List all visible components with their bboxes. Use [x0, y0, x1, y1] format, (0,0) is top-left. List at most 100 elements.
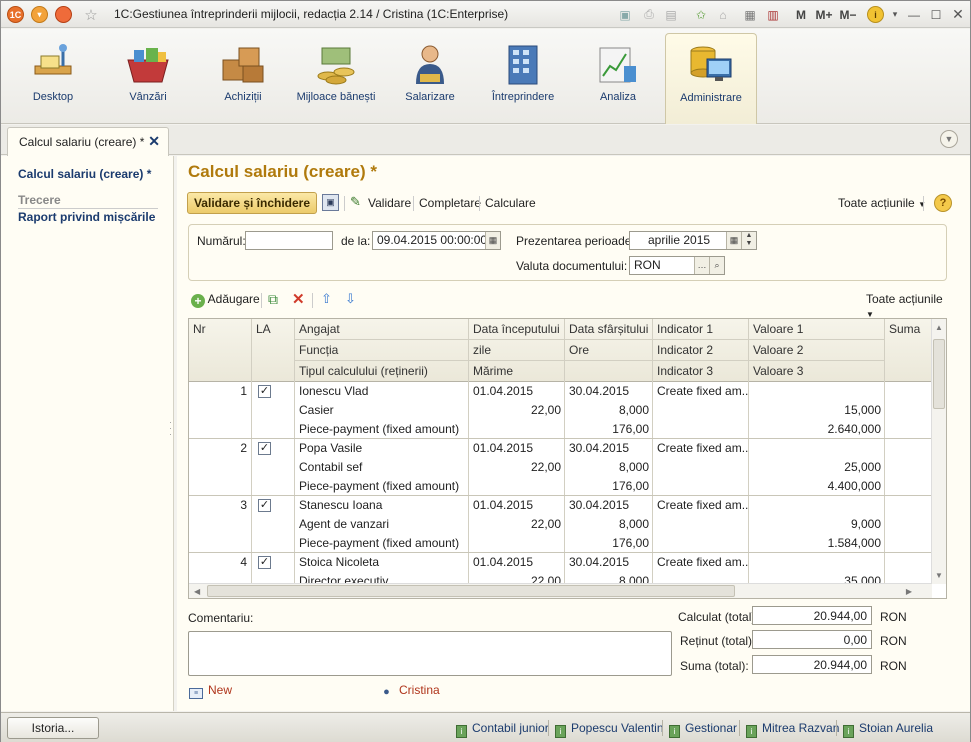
- table-row[interactable]: 3 ✓ Stanescu Ioana 01.04.2015 30.04.2015…: [189, 496, 932, 553]
- section-payroll[interactable]: Salarizare: [384, 33, 476, 121]
- col-header-value-3[interactable]: Valoare 3: [749, 361, 803, 381]
- col-header-indicator-1[interactable]: Indicator 1: [653, 319, 713, 339]
- scroll-down-icon[interactable]: ▼: [935, 571, 943, 580]
- number-input[interactable]: [245, 231, 333, 250]
- currency-open-icon[interactable]: ⌕: [709, 257, 724, 274]
- col-header-employee[interactable]: Angajat: [295, 319, 340, 339]
- validate-close-button[interactable]: Validare și închidere: [187, 192, 317, 214]
- currency-select-button[interactable]: …: [694, 257, 709, 274]
- sum-total-field[interactable]: 20.944,00: [752, 655, 872, 674]
- nav-item-movements-report[interactable]: Raport privind mișcările: [18, 210, 155, 224]
- validate-button[interactable]: Validare: [368, 196, 411, 210]
- period-stepper[interactable]: ▲ ▼: [741, 232, 756, 249]
- tab-salary-calculation[interactable]: Calcul salariu (creare) * ✕: [7, 127, 169, 156]
- user-gestionar[interactable]: i Gestionar: [669, 721, 737, 738]
- move-up-icon[interactable]: ⇧: [321, 291, 332, 307]
- maximize-icon[interactable]: ☐: [926, 5, 946, 24]
- copy-row-icon[interactable]: ⧉: [268, 291, 278, 308]
- col-header-la[interactable]: LA: [252, 319, 271, 339]
- favorites-star-icon[interactable]: ☆: [81, 5, 101, 24]
- info-icon[interactable]: i: [867, 6, 884, 23]
- save-icon[interactable]: ▣: [615, 5, 635, 24]
- col-header-position[interactable]: Funcția: [295, 340, 338, 360]
- cell-end-date: 30.04.2015: [569, 498, 630, 512]
- history-icon[interactable]: ⌂: [713, 5, 733, 24]
- section-purchases[interactable]: Achiziții: [197, 33, 289, 121]
- calendar-icon[interactable]: ▥: [763, 5, 783, 24]
- table-row[interactable]: 2 ✓ Popa Vasile 01.04.2015 30.04.2015 Cr…: [189, 439, 932, 496]
- la-checkbox[interactable]: ✓: [258, 442, 271, 455]
- period-calendar-icon[interactable]: ▦: [726, 232, 741, 249]
- history-button[interactable]: Istoria...: [7, 717, 99, 739]
- col-header-start-date[interactable]: Data începutului: [469, 319, 560, 339]
- all-actions-menu[interactable]: Toate acțiunile ▼: [838, 196, 926, 210]
- section-analysis[interactable]: Analiza: [572, 33, 664, 121]
- horizontal-scroll-thumb[interactable]: [207, 585, 735, 597]
- vertical-scrollbar[interactable]: ▲ ▼: [931, 319, 946, 584]
- col-header-value-1[interactable]: Valoare 1: [749, 319, 803, 339]
- add-row-button[interactable]: + Adăugare: [191, 292, 260, 308]
- user-stoian-aurelia[interactable]: i Stoian Aurelia: [843, 721, 933, 738]
- add-favorite-icon[interactable]: ✩: [691, 5, 711, 24]
- close-session-icon[interactable]: [55, 6, 72, 23]
- table-row[interactable]: 1 ✓ Ionescu Vlad 01.04.2015 30.04.2015 C…: [189, 382, 932, 439]
- user-mitrea-razvan[interactable]: i Mitrea Razvan: [746, 721, 839, 738]
- scroll-left-icon[interactable]: ◀: [194, 587, 200, 596]
- calculation-table[interactable]: Nr LA Angajat Funcția Tipul calculului (…: [188, 318, 947, 599]
- calculator-icon[interactable]: ▦: [740, 5, 760, 24]
- calculated-total-field[interactable]: 20.944,00: [752, 606, 872, 625]
- section-cash[interactable]: Mijloace bănești: [290, 33, 382, 121]
- currency-input[interactable]: RON … ⌕: [629, 256, 725, 275]
- date-input[interactable]: 09.04.2015 00:00:00 ▦: [372, 231, 501, 250]
- scroll-right-icon[interactable]: ▶: [906, 587, 912, 596]
- move-down-icon[interactable]: ⇩: [345, 291, 356, 307]
- minimize-icon[interactable]: —: [904, 5, 924, 24]
- save-document-icon[interactable]: ▣: [322, 194, 339, 211]
- tab-close-icon[interactable]: ✕: [148, 133, 160, 150]
- la-checkbox[interactable]: ✓: [258, 556, 271, 569]
- help-icon[interactable]: ?: [934, 194, 952, 212]
- section-enterprise[interactable]: Întreprindere: [477, 33, 569, 121]
- close-icon[interactable]: ✕: [948, 5, 968, 24]
- col-header-nr[interactable]: Nr: [189, 319, 206, 339]
- calculate-button[interactable]: Calculare: [485, 196, 536, 210]
- section-administration[interactable]: Administrare: [665, 33, 757, 124]
- fill-button[interactable]: Completare: [419, 196, 481, 210]
- col-header-indicator-2[interactable]: Indicator 2: [653, 340, 713, 360]
- info-dropdown-icon[interactable]: ▾: [885, 5, 905, 24]
- memory-m-button[interactable]: M: [791, 5, 811, 24]
- section-desktop[interactable]: Desktop: [7, 33, 99, 121]
- table-all-actions-menu[interactable]: Toate acțiunile ▼: [866, 292, 947, 320]
- user-popescu-valentin[interactable]: i Popescu Valentin: [555, 721, 664, 738]
- user-contabil-junior[interactable]: i Contabil junior: [456, 721, 549, 738]
- col-header-end-date[interactable]: Data sfârșitului: [565, 319, 648, 339]
- main-menu-icon[interactable]: ▾: [31, 6, 48, 23]
- vertical-scroll-thumb[interactable]: [933, 339, 945, 409]
- comment-textarea[interactable]: [188, 631, 672, 676]
- memory-mplus-button[interactable]: M+: [813, 5, 835, 24]
- col-header-indicator-3[interactable]: Indicator 3: [653, 361, 713, 381]
- la-checkbox[interactable]: ✓: [258, 499, 271, 512]
- calendar-picker-icon[interactable]: ▦: [485, 232, 500, 249]
- col-header-calc-type[interactable]: Tipul calculului (reținerii): [295, 361, 428, 381]
- col-header-value-2[interactable]: Valoare 2: [749, 340, 803, 360]
- horizontal-scrollbar[interactable]: ◀ ▶: [189, 583, 932, 598]
- section-sales[interactable]: Vânzări: [102, 33, 194, 121]
- col-header-size[interactable]: Mărime: [469, 361, 513, 381]
- preview-icon[interactable]: ▤: [661, 5, 681, 24]
- memory-mminus-button[interactable]: M−: [837, 5, 859, 24]
- app-logo-icon[interactable]: 1C: [7, 6, 24, 23]
- scroll-up-icon[interactable]: ▲: [935, 323, 943, 332]
- col-header-sum[interactable]: Suma: [885, 319, 920, 339]
- retained-total-field[interactable]: 0,00: [752, 630, 872, 649]
- col-header-hours[interactable]: Ore: [565, 340, 589, 360]
- currency-code: RON: [880, 610, 907, 624]
- nav-item-current[interactable]: Calcul salariu (creare) *: [18, 167, 151, 181]
- period-input[interactable]: aprilie 2015 ▦ ▲ ▼: [629, 231, 757, 250]
- pane-splitter-handle[interactable]: · · ·: [169, 418, 173, 441]
- la-checkbox[interactable]: ✓: [258, 385, 271, 398]
- col-header-days[interactable]: zile: [469, 340, 491, 360]
- chevron-down-icon[interactable]: ▼: [940, 130, 958, 148]
- delete-row-icon[interactable]: ✕: [292, 290, 305, 308]
- print-icon[interactable]: ⎙: [639, 5, 659, 24]
